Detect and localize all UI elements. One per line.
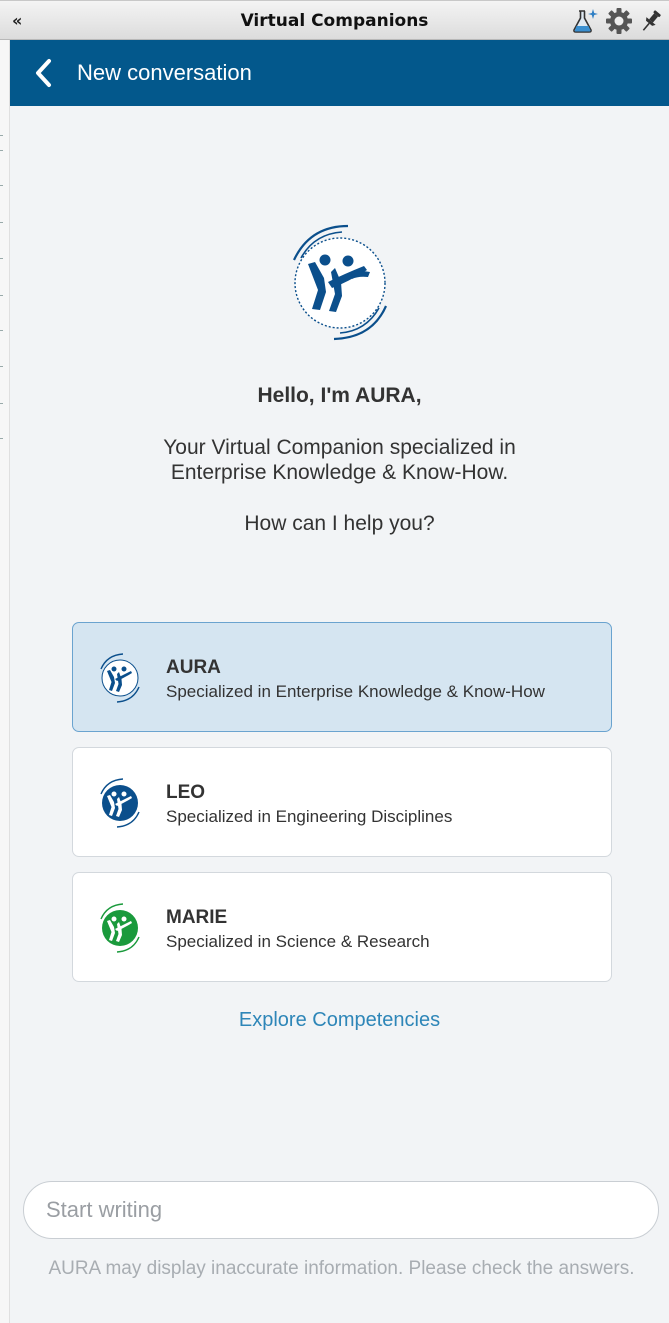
window-title-bar: « Virtual Companions [0, 0, 669, 40]
companion-description: Specialized in Engineering Disciplines [166, 807, 453, 826]
window-left-edge [0, 40, 10, 1323]
aura-avatar-icon [95, 651, 145, 705]
companion-description: Specialized in Enterprise Knowledge & Kn… [166, 682, 545, 701]
leo-avatar-icon [95, 776, 145, 830]
aura-logo-icon [288, 222, 392, 342]
greeting-line-1: Your Virtual Companion specialized in [163, 436, 516, 459]
window-title: Virtual Companions [240, 11, 429, 31]
companion-card-aura[interactable]: AURA Specialized in Enterprise Knowledge… [72, 622, 612, 732]
companion-name: LEO [166, 782, 206, 803]
companion-name: MARIE [166, 907, 228, 928]
flask-sparkle-icon[interactable] [571, 7, 599, 35]
gear-icon[interactable] [605, 7, 633, 35]
companion-card-marie[interactable]: MARIE Specialized in Science & Research [72, 872, 612, 982]
disclaimer-text: AURA may display inaccurate information.… [48, 1258, 635, 1279]
marie-avatar-icon [95, 901, 145, 955]
companion-description: Specialized in Science & Research [166, 932, 430, 951]
pin-icon[interactable] [637, 7, 665, 35]
greeting-line-2: Enterprise Knowledge & Know-How. [170, 461, 509, 484]
conversation-header: New conversation [10, 40, 669, 106]
explore-competencies-link[interactable]: Explore Competencies [10, 1009, 669, 1032]
companion-card-leo[interactable]: LEO Specialized in Engineering Disciplin… [72, 747, 612, 857]
chevron-left-icon[interactable] [30, 57, 60, 89]
greeting-title: Hello, I'm AURA, [257, 384, 422, 407]
message-input[interactable] [23, 1181, 659, 1239]
page-title: New conversation [77, 60, 252, 85]
companion-name: AURA [166, 657, 221, 678]
greeting-question: How can I help you? [244, 512, 435, 535]
